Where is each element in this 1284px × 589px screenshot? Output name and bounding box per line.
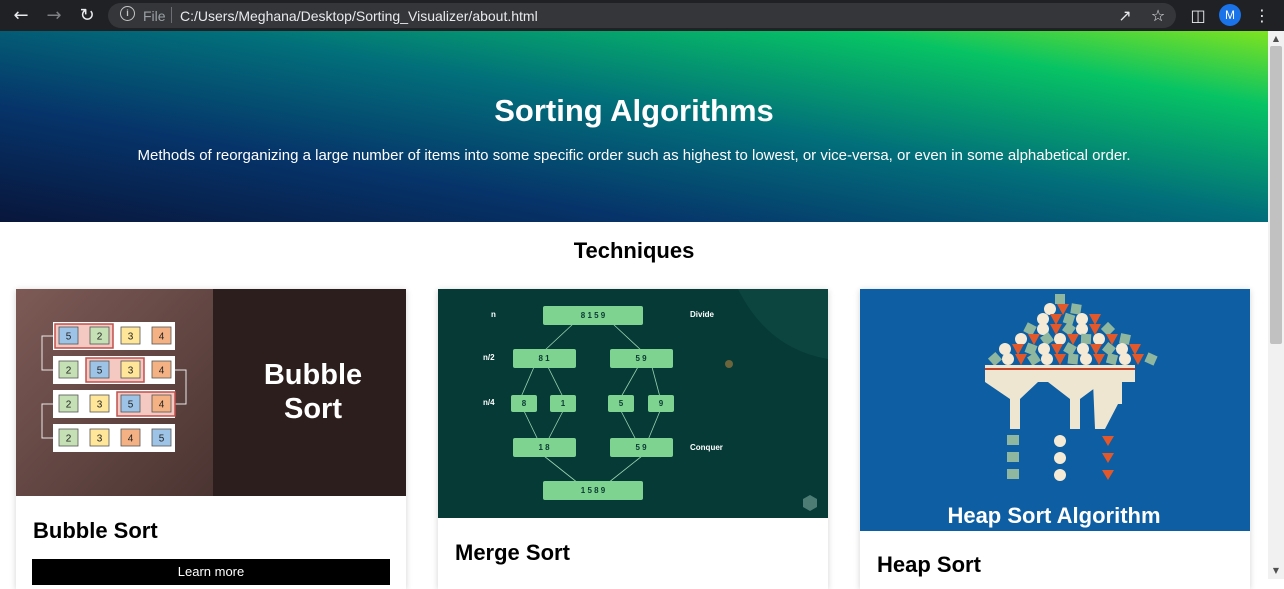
heap-shape xyxy=(1080,333,1092,345)
merge-node-top: 8 1 5 9 xyxy=(581,311,606,320)
merge-label-divide: Divide xyxy=(690,310,715,319)
browser-toolbar: ← → ↻ i File C:/Users/Meghana/Desktop/So… xyxy=(0,0,1284,31)
url-text[interactable]: C:/Users/Meghana/Desktop/Sorting_Visuali… xyxy=(180,8,538,24)
bubble-cell-value: 2 xyxy=(97,332,103,343)
scroll-down-arrow-icon[interactable]: ▼ xyxy=(1268,564,1284,578)
heap-shape xyxy=(1015,333,1027,345)
hero-title: Sorting Algorithms xyxy=(494,93,774,128)
heap-shape xyxy=(1002,353,1014,365)
heap-shape xyxy=(1054,333,1066,345)
merge-node-quarter: 1 xyxy=(561,399,566,408)
merge-node-quarter: 5 xyxy=(619,399,624,408)
merge-sort-image: 8 1 5 9 8 1 5 9 8 1 5 9 1 8 5 9 1 5 8 9 … xyxy=(438,289,828,518)
bubble-cell-value: 2 xyxy=(66,434,72,445)
heap-image-caption: Heap Sort Algorithm xyxy=(947,503,1160,528)
hero-banner: Sorting Algorithms Methods of reorganizi… xyxy=(0,31,1268,222)
bubble-cell-value: 3 xyxy=(97,400,103,411)
merge-node-merged-right: 5 9 xyxy=(635,443,647,452)
card-heap-sort: Heap Sort Algorithm Heap Sort xyxy=(860,289,1250,589)
omnibox-divider xyxy=(171,7,172,23)
bubble-cell-value: 4 xyxy=(128,434,134,445)
scroll-up-arrow-icon[interactable]: ▲ xyxy=(1268,32,1284,46)
bubble-image-word-2: Sort xyxy=(284,393,342,425)
omnibox-scheme-label: File xyxy=(143,8,166,24)
bubble-cell-value: 3 xyxy=(97,434,103,445)
card-title: Bubble Sort xyxy=(33,518,158,543)
bubble-cell-value: 4 xyxy=(159,400,165,411)
reload-icon[interactable]: ↻ xyxy=(75,4,99,28)
profile-avatar[interactable]: M xyxy=(1219,4,1241,26)
forward-arrow-icon[interactable]: → xyxy=(42,4,66,28)
merge-node-result: 1 5 8 9 xyxy=(581,486,606,495)
bubble-sort-image: 5 2 3 4 2 5 3 4 2 3 5 4 2 3 4 5 Bubble Sort xyxy=(16,289,406,496)
hero-subtitle: Methods of reorganizing a large number o… xyxy=(137,147,1131,164)
heap-shape xyxy=(1076,323,1088,335)
merge-node-right-half: 5 9 xyxy=(635,354,647,363)
bubble-cell-value: 2 xyxy=(66,366,72,377)
techniques-heading: Techniques xyxy=(573,238,695,263)
card-title: Heap Sort xyxy=(877,552,981,577)
card-bubble-sort: 5 2 3 4 2 5 3 4 2 3 5 4 2 3 4 5 Bubble Sort Bubble Sort… xyxy=(16,289,406,589)
merge-node-quarter: 8 xyxy=(522,399,527,408)
bubble-cell-value: 5 xyxy=(97,366,103,377)
back-arrow-icon[interactable]: ← xyxy=(9,4,33,28)
merge-node-left-half: 8 1 xyxy=(538,354,550,363)
heap-sort-image: Heap Sort Algorithm xyxy=(860,289,1250,531)
merge-label-n2: n/2 xyxy=(483,353,495,362)
bubble-cell-value: 5 xyxy=(159,434,165,445)
bubble-cell-value: 5 xyxy=(128,400,134,411)
heap-shape xyxy=(1070,303,1082,315)
bubble-cell-value: 3 xyxy=(128,332,134,343)
heap-shape xyxy=(1067,353,1079,365)
merge-label-conquer: Conquer xyxy=(690,443,723,452)
heap-shape xyxy=(1055,294,1065,304)
kebab-menu-icon[interactable]: ⋮ xyxy=(1251,5,1273,27)
bubble-cell-value: 3 xyxy=(128,366,134,377)
bubble-cell-value: 2 xyxy=(66,400,72,411)
heap-shape xyxy=(1041,353,1053,365)
bookmark-star-icon[interactable]: ☆ xyxy=(1147,5,1169,27)
heap-shape xyxy=(1119,353,1131,365)
learn-more-button[interactable]: Learn more xyxy=(32,559,390,585)
bubble-cell-value: 5 xyxy=(66,332,72,343)
side-panel-icon[interactable]: ◫ xyxy=(1187,5,1209,27)
merge-label-n: n xyxy=(491,310,496,319)
merge-label-n4: n/4 xyxy=(483,398,495,407)
bubble-image-word-1: Bubble xyxy=(264,359,362,391)
bubble-cell-value: 4 xyxy=(159,366,165,377)
scrollbar-thumb[interactable] xyxy=(1270,46,1282,344)
share-icon[interactable]: ↗ xyxy=(1114,5,1136,27)
bubble-cell-value: 4 xyxy=(159,332,165,343)
card-title: Merge Sort xyxy=(455,540,570,565)
heap-shape xyxy=(1080,353,1092,365)
card-merge-sort: 8 1 5 9 8 1 5 9 8 1 5 9 1 8 5 9 1 5 8 9 … xyxy=(438,289,828,589)
heap-shape xyxy=(1093,333,1105,345)
heap-shape xyxy=(1044,303,1056,315)
info-icon[interactable]: i xyxy=(120,6,135,21)
merge-node-merged-left: 1 8 xyxy=(538,443,550,452)
merge-node-quarter: 9 xyxy=(659,399,664,408)
